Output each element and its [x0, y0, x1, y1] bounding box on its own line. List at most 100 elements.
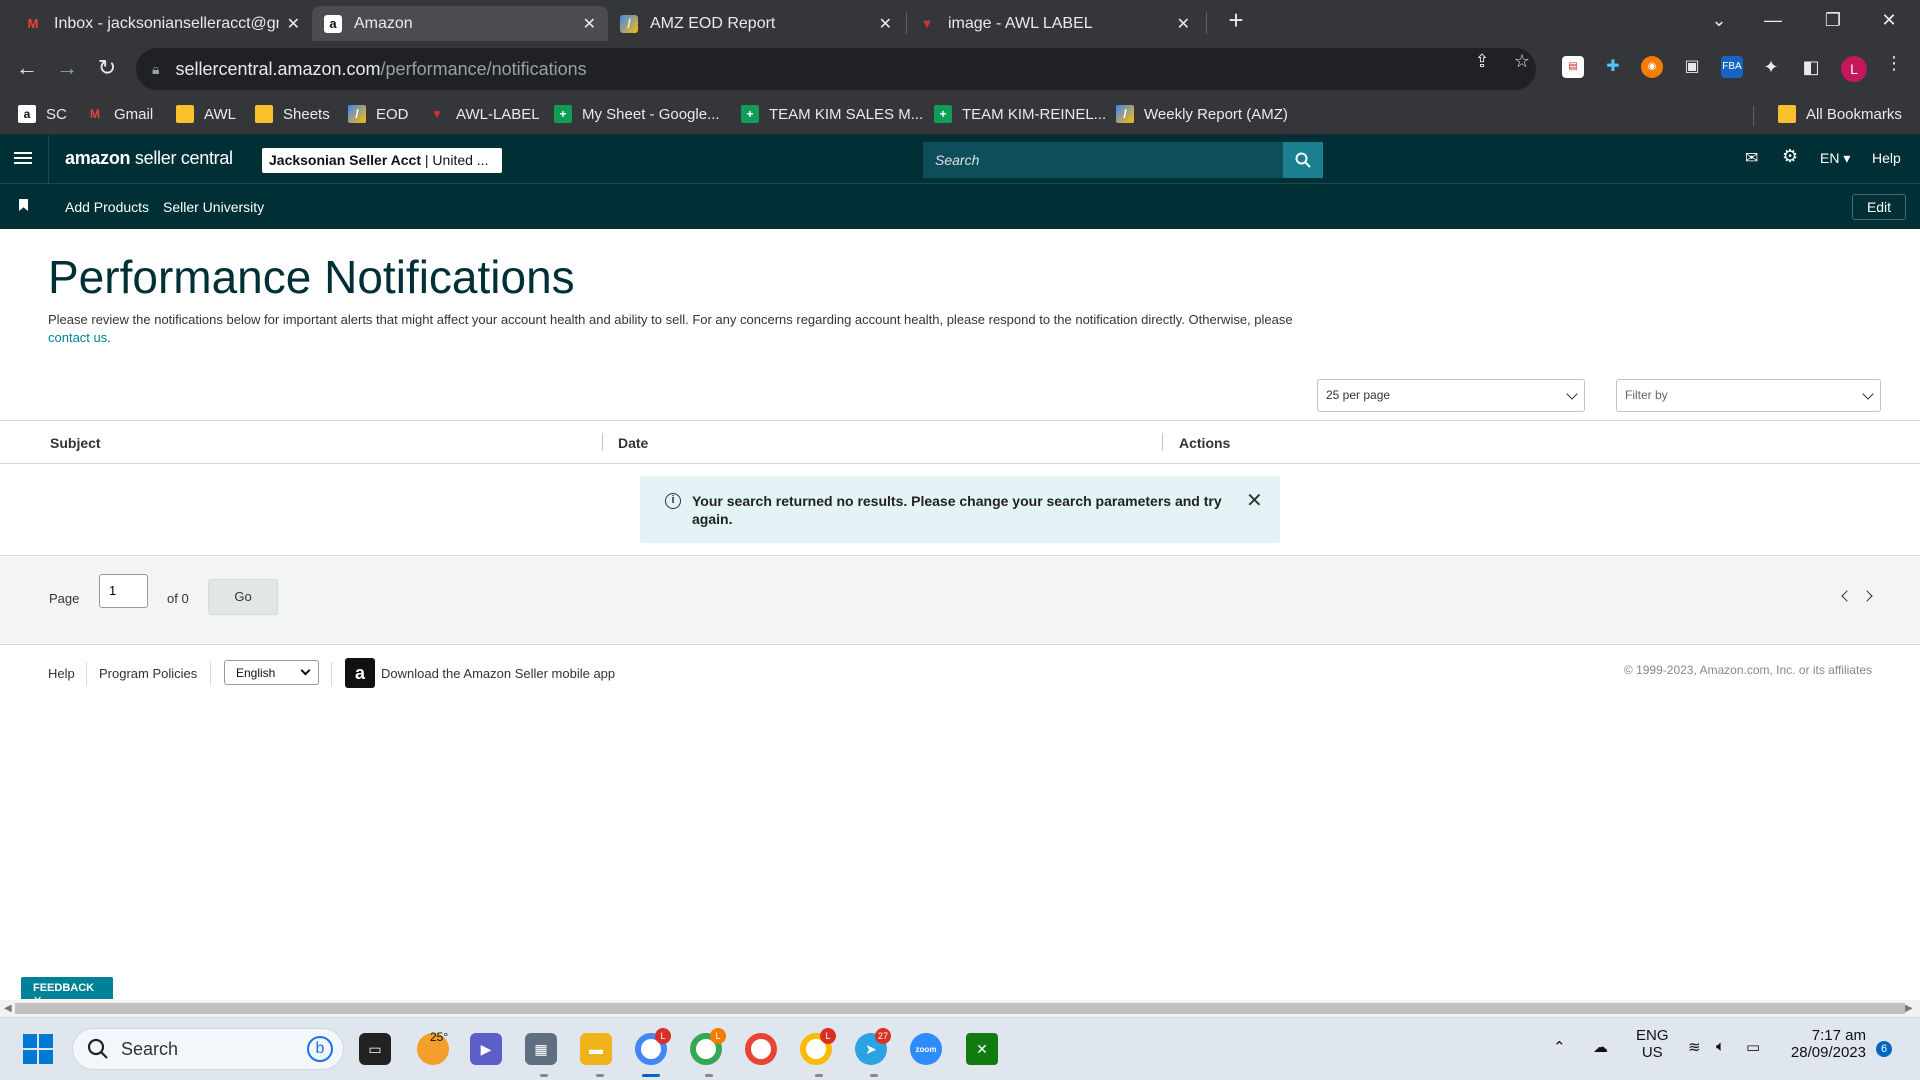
close-icon[interactable]: ✕: [1246, 488, 1263, 513]
task-view-icon[interactable]: ▭: [359, 1033, 391, 1065]
contact-us-link[interactable]: contact us: [48, 330, 107, 345]
bookmark-eod[interactable]: / EOD: [348, 105, 409, 123]
scrollbar-thumb[interactable]: [15, 1003, 1905, 1014]
tab-eod-report[interactable]: / AMZ EOD Report ✕: [608, 6, 904, 41]
page-number-input[interactable]: 1: [99, 574, 148, 608]
all-bookmarks[interactable]: All Bookmarks: [1778, 105, 1902, 123]
bookmark-team-kim-sales[interactable]: + TEAM KIM SALES M...: [741, 105, 923, 123]
language-indicator[interactable]: ENG US: [1636, 1027, 1669, 1061]
bookmark-awl-label[interactable]: ▼ AWL-LABEL: [428, 105, 540, 123]
scroll-left-icon[interactable]: ◀: [4, 1003, 12, 1014]
bookmark-gmail[interactable]: M Gmail: [86, 105, 153, 123]
search-icon: [1295, 152, 1311, 168]
browser-tab-strip: M Inbox - jacksonianselleracct@gm ✕ a Am…: [0, 0, 1920, 41]
search-button[interactable]: [1283, 142, 1323, 178]
feedback-label: FEEDBACK: [33, 982, 95, 994]
volume-icon[interactable]: 🔈︎: [1716, 1038, 1725, 1055]
back-icon[interactable]: ←: [12, 53, 42, 83]
window-close-button[interactable]: ✕: [1866, 4, 1912, 36]
bookmark-weekly-report[interactable]: / Weekly Report (AMZ): [1116, 105, 1288, 123]
notification-badge[interactable]: 6: [1876, 1041, 1892, 1057]
close-icon[interactable]: ✕: [583, 14, 596, 34]
seller-university-link[interactable]: Seller University: [163, 199, 264, 215]
column-date[interactable]: Date: [618, 435, 648, 451]
feedback-button[interactable]: FEEDBACK ✕: [21, 977, 113, 1007]
close-icon[interactable]: ✕: [287, 14, 300, 34]
extension-icon[interactable]: ◉: [1641, 56, 1663, 78]
add-products-link[interactable]: Add Products: [65, 199, 149, 215]
program-policies-link[interactable]: Program Policies: [99, 666, 197, 681]
profile-avatar[interactable]: L: [1841, 56, 1867, 82]
previous-page-icon[interactable]: [1841, 590, 1853, 602]
tab-amazon[interactable]: a Amazon ✕: [312, 6, 608, 41]
seller-search: [923, 142, 1323, 178]
download-app-link[interactable]: Download the Amazon Seller mobile app: [381, 666, 615, 681]
taskbar-search[interactable]: Search b: [72, 1028, 344, 1070]
windows-start-icon[interactable]: [22, 1033, 54, 1065]
menu-icon[interactable]: [14, 149, 32, 167]
tab-awl-label[interactable]: ▼ image - AWL LABEL ✕: [906, 6, 1202, 41]
scroll-right-icon[interactable]: ▶: [1905, 1003, 1913, 1014]
go-button[interactable]: Go: [208, 579, 278, 615]
more-menu-icon[interactable]: ⋮: [1882, 53, 1906, 74]
restore-button[interactable]: ❐: [1810, 4, 1856, 36]
bookmark-sc[interactable]: a SC: [18, 105, 67, 123]
file-explorer-icon[interactable]: ▬: [580, 1033, 612, 1065]
bookmark-awl[interactable]: AWL: [176, 105, 236, 123]
onedrive-icon[interactable]: ☁: [1593, 1038, 1608, 1056]
close-icon[interactable]: ✕: [1177, 14, 1190, 34]
new-tab-button[interactable]: +: [1222, 6, 1250, 34]
share-icon[interactable]: ⇪: [1470, 51, 1494, 72]
wifi-icon[interactable]: ≋: [1688, 1038, 1701, 1056]
filter-select[interactable]: Filter by: [1616, 379, 1881, 412]
column-subject[interactable]: Subject: [50, 435, 101, 451]
account-selector[interactable]: Jacksonian Seller Acct | United ...: [262, 148, 502, 173]
forward-icon[interactable]: →: [52, 53, 82, 83]
folder-icon: [176, 105, 194, 123]
zoom-icon[interactable]: zoom: [910, 1033, 942, 1065]
page-count: of 0: [167, 591, 189, 606]
calculator-icon[interactable]: ▦: [525, 1033, 557, 1065]
minimize-button[interactable]: —: [1750, 4, 1796, 36]
tab-search-icon[interactable]: ⌄: [1696, 4, 1742, 36]
footer-help-link[interactable]: Help: [48, 666, 75, 681]
bookmark-my-sheet[interactable]: + My Sheet - Google...: [554, 105, 720, 123]
close-icon[interactable]: ✕: [879, 14, 892, 34]
reload-icon[interactable]: ↻: [92, 53, 122, 83]
extension-icon[interactable]: FBA: [1721, 56, 1743, 78]
chrome-icon[interactable]: [745, 1033, 777, 1065]
amazon-app-icon[interactable]: a: [345, 658, 375, 688]
address-bar[interactable]: 🔒︎ sellercentral.amazon.com/performance/…: [136, 48, 1536, 90]
lock-icon[interactable]: 🔒︎: [152, 61, 159, 78]
gear-icon[interactable]: ⚙: [1782, 146, 1798, 167]
tab-title: Amazon: [354, 14, 413, 32]
extension-icon[interactable]: ✚: [1602, 56, 1624, 78]
puzzle-icon[interactable]: ✦: [1760, 56, 1782, 78]
next-page-icon[interactable]: [1861, 590, 1873, 602]
bookmark-sheets[interactable]: Sheets: [255, 105, 330, 123]
bookmark-star-icon[interactable]: ☆: [1510, 51, 1534, 72]
seller-central-logo[interactable]: amazon seller central: [65, 148, 233, 169]
edit-button[interactable]: Edit: [1852, 194, 1906, 220]
per-page-select[interactable]: 25 per page: [1317, 379, 1585, 412]
side-panel-icon[interactable]: ◧: [1800, 56, 1822, 78]
help-link[interactable]: Help: [1872, 150, 1901, 166]
chevron-up-icon[interactable]: ⌃: [1553, 1038, 1566, 1056]
mail-icon[interactable]: ✉: [1745, 148, 1758, 168]
running-indicator: [540, 1074, 548, 1077]
camera-icon[interactable]: ▣: [1681, 56, 1703, 78]
tab-gmail[interactable]: M Inbox - jacksonianselleracct@gm ✕: [12, 6, 312, 41]
language-selector[interactable]: EN ▾: [1820, 150, 1850, 167]
tab-title: Inbox - jacksonianselleracct@gm: [54, 14, 279, 32]
copyright: © 1999-2023, Amazon.com, Inc. or its aff…: [1623, 663, 1872, 677]
search-input[interactable]: [923, 142, 1283, 178]
teams-icon[interactable]: ▶: [470, 1033, 502, 1065]
bookmark-icon[interactable]: [19, 199, 28, 211]
bookmark-team-kim-reinel[interactable]: + TEAM KIM-REINEL...: [934, 105, 1106, 123]
xbox-icon[interactable]: ✕: [966, 1033, 998, 1065]
battery-icon[interactable]: ▭: [1746, 1038, 1760, 1056]
clock[interactable]: 7:17 am 28/09/2023: [1786, 1027, 1866, 1061]
extension-icon[interactable]: ▤: [1562, 56, 1584, 78]
footer-language-select[interactable]: English: [224, 660, 319, 685]
horizontal-scrollbar[interactable]: ◀ ▶: [0, 1000, 1920, 1017]
